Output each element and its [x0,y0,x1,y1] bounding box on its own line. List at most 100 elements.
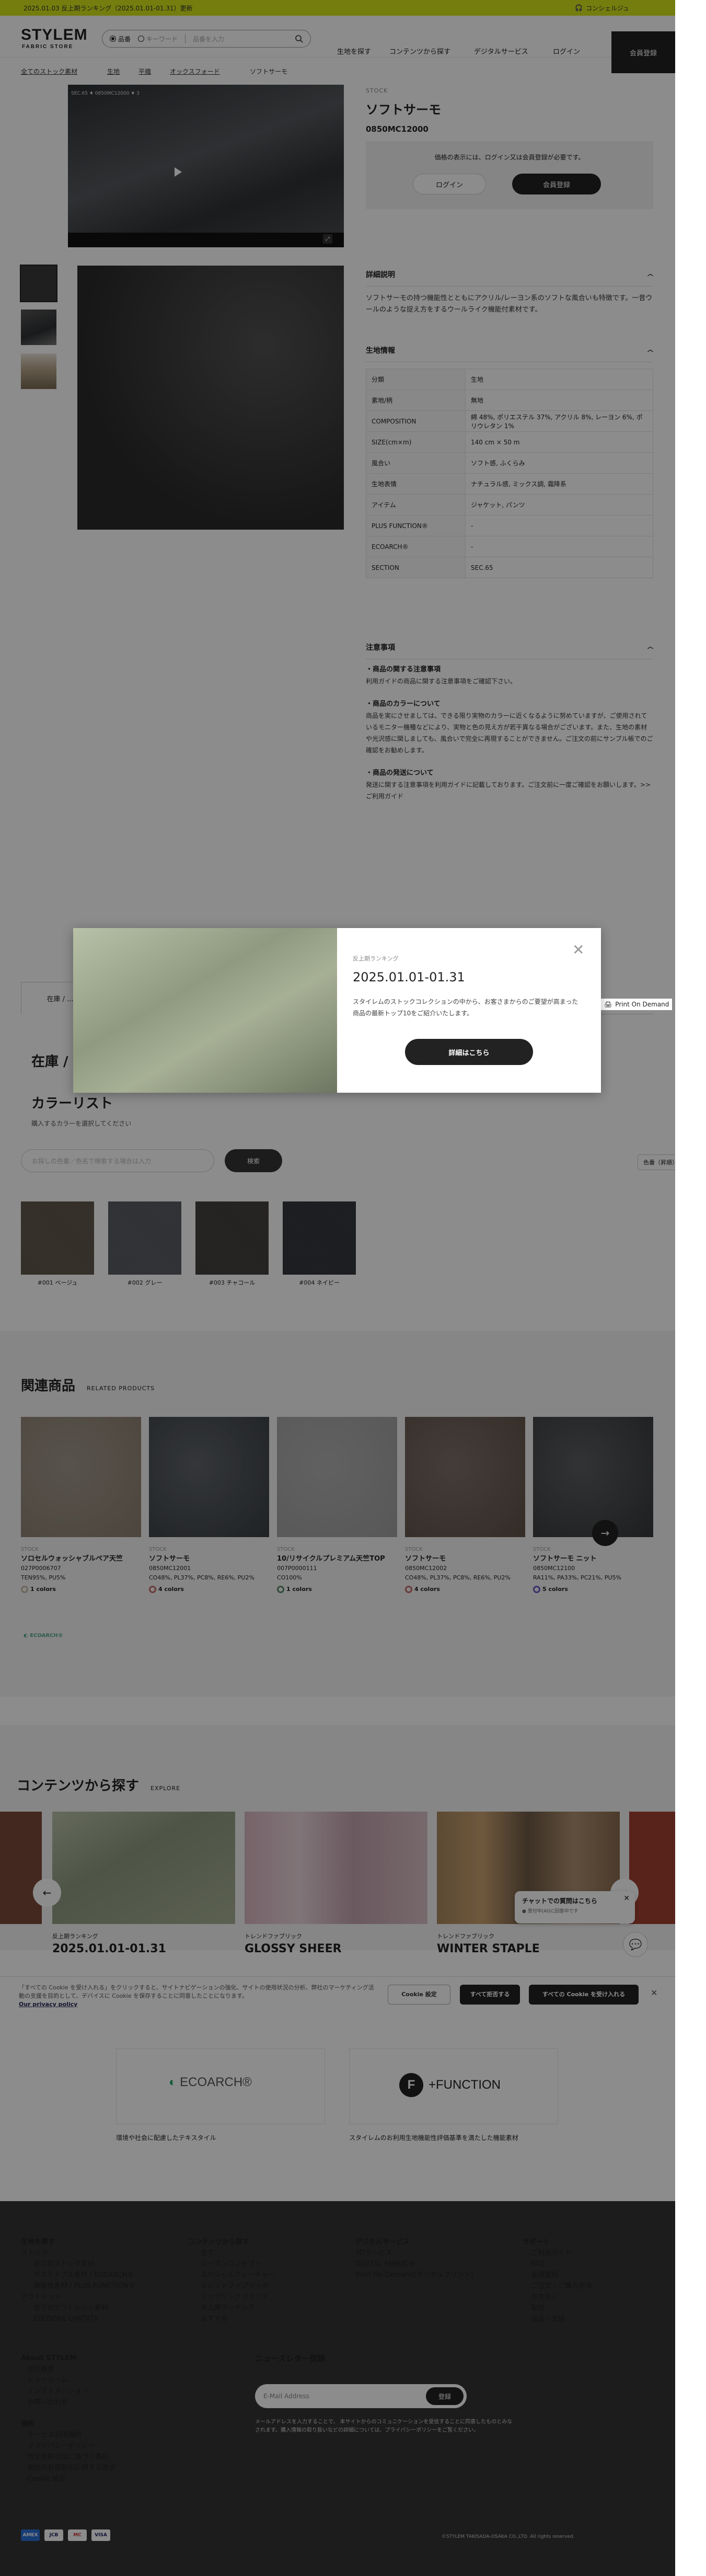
footer-link[interactable]: Cookie 設定 [21,2474,115,2485]
footer-link[interactable]: 特定商取引法に基づく表記 [21,2452,115,2463]
related-product-image[interactable] [533,1417,653,1537]
thumbnail-2[interactable] [21,310,56,345]
cookie-settings-button[interactable]: Cookie 設定 [388,1985,450,2005]
modal-detail-button[interactable]: 詳細はこちら [405,1039,533,1065]
related-product-info[interactable]: STOCK ソフトサーモ ニット 0850MC12100 RA11%, PA33%, … [533,1545,653,1594]
footer-link[interactable]: トレンドファブリック [188,2281,275,2292]
next-arrow-icon[interactable]: → [592,1520,618,1546]
header-login-link[interactable]: ログイン [553,46,580,56]
radio-keyword[interactable]: キーワード [138,35,178,43]
close-icon[interactable]: ✕ [623,1894,630,1903]
footer-heading[interactable]: サポート [523,2237,592,2248]
footer-link[interactable]: スペシャルフィーチャー [188,2270,275,2281]
fullscreen-icon[interactable]: ⤢ [323,234,332,244]
spec-heading[interactable]: 生地情報 ︿ [366,345,653,362]
related-product-info[interactable]: STOCK ソフトサーモ 0850MC12002 CO48%, PL37%, PC8%… [405,1545,525,1594]
footer-link[interactable]: アウトレット [21,2292,135,2303]
content-card-image[interactable] [52,1812,235,1924]
content-card-title[interactable]: WINTER STAPLE [437,1942,540,1955]
footer-heading[interactable]: コンテンツから探す [188,2237,275,2248]
footer-link[interactable]: 会員登録 [523,2270,592,2281]
footer-link[interactable]: お支払い [523,2292,592,2303]
nav-contents[interactable]: コンテンツから探す [389,46,450,56]
related-product-image[interactable] [277,1417,397,1537]
product-video[interactable]: SEC.65 ♦ 0850MC12000 ♦ 3 [68,85,344,244]
notes-heading[interactable]: 注意事項 ︿ [366,642,653,659]
footer-link[interactable]: ストック [21,2248,135,2259]
footer-link[interactable]: ショールーム [21,2375,88,2386]
chat-bubble-icon[interactable]: 💬 [623,1932,648,1957]
footer-heading[interactable]: デジタルサービス [355,2237,473,2248]
footer-link[interactable]: 3Dサービス [355,2248,473,2259]
video-controls[interactable] [68,233,344,247]
cookie-reject-button[interactable]: すべて拒否する [460,1985,520,2005]
thumbnail-3[interactable] [21,353,56,389]
prev-arrow-icon[interactable]: ← [33,1879,61,1907]
nav-find-fabric[interactable]: 生地を探す [337,46,371,56]
product-main-image[interactable] [77,266,344,530]
ecoarch-banner[interactable]: ◐ ECOARCH® [116,2048,325,2124]
color-swatch[interactable] [283,1201,356,1275]
plus-function-banner[interactable]: F +FUNCTION [349,2048,558,2124]
content-card-image[interactable] [0,1812,42,1924]
header-register-button[interactable]: 会員登録 [611,31,675,73]
content-card-title[interactable]: 2025.01.01-01.31 [52,1942,166,1955]
site-logo[interactable]: STYLEM FABRIC STORE [21,27,88,50]
close-icon[interactable]: ✕ [651,1989,657,1997]
register-button[interactable]: 会員登録 [512,174,601,194]
footer-link[interactable]: ご注文・ご購入方法 [523,2281,592,2292]
footer-link[interactable]: 全てのストック素材 [21,2259,135,2270]
play-icon[interactable] [175,167,182,177]
related-product-info[interactable]: STOCK ソフトサーモ 0850MC12001 CO48%, PL37%, PC8%… [149,1545,269,1594]
tab-print-on-demand[interactable]: 🖨 Print On Demand [601,999,673,1010]
thumbnail-1[interactable] [20,265,57,302]
footer-link[interactable]: シーズンコンセプト [188,2259,275,2270]
footer-link[interactable]: 全て [188,2248,275,2259]
footer-link[interactable]: 機能性素材 / PLUS FUNCTION® [21,2281,135,2292]
close-icon[interactable]: ✕ [572,943,584,957]
announcement-text[interactable]: 2025.01.03 反上期ランキング（2025.01.01-01.31）更新 [24,4,193,13]
color-swatch[interactable] [108,1201,181,1275]
footer-link[interactable]: サステナブル素材 / ECOARCH® [21,2270,135,2281]
related-product-info[interactable]: STOCK 10/リサイクルプレミアム天竺TOP 007P0000111 CO100%… [277,1545,397,1594]
footer-link[interactable]: お問い合わせ [21,2397,88,2408]
footer-link[interactable]: ファブリックブランド [188,2292,275,2303]
related-product-info[interactable]: STOCK ソロセルウォッシャブルペア天竺 027P0006707 TEN95%, P… [21,1545,141,1594]
color-swatch[interactable] [21,1201,94,1275]
breadcrumb-item[interactable]: 全てのストック素材 [21,67,77,76]
content-card-image[interactable] [245,1812,427,1924]
footer-link[interactable]: 個社内有償取引に関する表示 [21,2463,115,2474]
footer-link[interactable]: 反上期ランキング [188,2303,275,2314]
radio-product-number[interactable]: 品番 [110,35,131,43]
concierge-link[interactable]: 🎧 コンシェルジュ [575,4,629,13]
footer-heading[interactable]: 規約 [21,2419,115,2430]
search-icon[interactable] [295,35,303,44]
footer-link[interactable]: 返品・交換 [523,2314,592,2325]
login-button[interactable]: ログイン [413,174,486,194]
breadcrumb-item[interactable]: 生地 [107,67,120,76]
footer-heading[interactable]: About STYLEM [21,2353,88,2364]
color-swatch[interactable] [195,1201,269,1275]
footer-link[interactable]: ご利用ガイド [523,2248,592,2259]
footer-link[interactable]: インフォメーション [21,2386,88,2397]
details-heading[interactable]: 詳細説明 ︿ [366,269,653,287]
footer-link[interactable]: 全てのアウトレット素材 [21,2303,135,2314]
search-input[interactable]: 品番を入力 [193,35,224,43]
privacy-policy-link[interactable]: Our privacy policy [19,2001,77,2008]
newsletter-submit-button[interactable]: 登録 [426,2387,464,2405]
footer-link[interactable]: Print On Demand(デジタルプリント) [355,2270,473,2281]
chat-popup[interactable]: チャットでの質問はこちら ● 受付中(AI)に回答中です ✕ [515,1891,635,1924]
footer-link[interactable]: FAQ [523,2259,592,2270]
cookie-accept-button[interactable]: すべての Cookie を受け入れる [529,1985,639,2005]
footer-heading[interactable]: 生地を探す [21,2237,135,2248]
related-product-image[interactable] [21,1417,141,1537]
footer-link[interactable]: 配送 [523,2303,592,2314]
footer-link[interactable]: サービス利用規約 [21,2430,115,2441]
breadcrumb-item[interactable]: オックスフォード [170,67,220,76]
footer-link[interactable]: 会社概要 [21,2364,88,2375]
breadcrumb-item[interactable]: 平織 [138,67,151,76]
content-card-title[interactable]: GLOSSY SHEER [245,1942,342,1955]
content-card-image[interactable] [629,1812,675,1924]
footer-link[interactable]: EDIZIONE LIMITATA [21,2314,135,2325]
related-product-image[interactable] [405,1417,525,1537]
